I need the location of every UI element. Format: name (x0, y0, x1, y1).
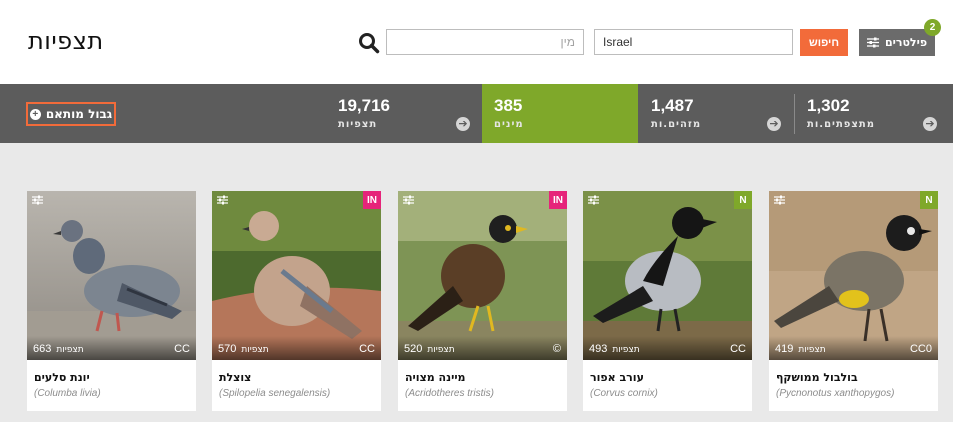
count-value: 493 (589, 343, 608, 355)
count-value: 520 (404, 343, 423, 355)
stats-bar: + גבול מותאם 19,716 תצפיות ➔ 385 מינים 1… (0, 84, 953, 143)
common-name[interactable]: צוצלת (219, 371, 251, 384)
scientific-name: (Spilopelia senegalensis) (219, 388, 331, 399)
common-name[interactable]: בולבול ממושקף (776, 371, 858, 384)
species-card[interactable]: 663 תצפיות CC יונת סלעים (Columba livia) (27, 191, 196, 411)
species-photo[interactable]: N 493 תצפיות CC (583, 191, 752, 360)
scientific-name: (Pycnonotus xanthopygos) (776, 388, 895, 399)
search-button[interactable]: חיפוש (800, 29, 848, 56)
page-title: תצפיות (28, 27, 104, 55)
sliders-icon[interactable] (403, 195, 414, 205)
count-value: 419 (775, 343, 794, 355)
stat-value: 1,487 (651, 96, 694, 115)
count-value: 570 (218, 343, 237, 355)
species-card[interactable]: IN 570 תצפיות CC צוצלת (Spilopelia senega… (212, 191, 381, 411)
license-label[interactable]: CC0 (910, 343, 932, 355)
stat-observations[interactable]: 19,716 תצפיות ➔ (325, 84, 480, 143)
species-photo[interactable]: IN 570 תצפיות CC (212, 191, 381, 360)
species-input[interactable] (386, 29, 584, 55)
species-card[interactable]: N 419 תצפיות CC0 בולבול ממושקף (Pycnonotu… (769, 191, 938, 411)
common-name[interactable]: מיינה מצויה (405, 371, 466, 384)
page-header: תצפיות חיפוש פילטרים 2 (0, 0, 953, 84)
count-label: תצפיות (56, 345, 84, 355)
sliders-icon[interactable] (588, 195, 599, 205)
common-name[interactable]: עורב אפור (590, 371, 644, 384)
stat-identifiers[interactable]: 1,487 מזהים.ות ➔ (638, 84, 794, 143)
stat-value: 19,716 (338, 96, 390, 115)
search-icon[interactable] (358, 32, 380, 54)
license-label[interactable]: CC (174, 343, 190, 355)
stat-label: מזהים.ות (651, 119, 702, 130)
plus-circle-icon: + (29, 108, 41, 120)
arrow-right-icon[interactable]: ➔ (923, 117, 937, 131)
place-input[interactable] (594, 29, 793, 55)
count-label: תצפיות (798, 345, 826, 355)
count-value: 663 (33, 343, 52, 355)
species-card[interactable]: IN 520 תצפיות © מיינה מצויה (Acridotheres… (398, 191, 567, 411)
filters-count-badge: 2 (924, 19, 941, 36)
count-label: תצפיות (427, 345, 455, 355)
status-badge: IN (549, 191, 567, 209)
custom-border-label: גבול מותאם (45, 107, 113, 121)
stat-label: תצפיות (338, 119, 378, 130)
species-card[interactable]: N 493 תצפיות CC עורב אפור (Corvus cornix) (583, 191, 752, 411)
scientific-name: (Columba livia) (34, 388, 101, 399)
stat-value: 1,302 (807, 96, 850, 115)
stat-value: 385 (494, 96, 523, 115)
count-label: תצפיות (612, 345, 640, 355)
species-photo[interactable]: 663 תצפיות CC (27, 191, 196, 360)
sliders-icon (866, 37, 879, 48)
stat-label: מינים (494, 119, 524, 130)
scientific-name: (Corvus cornix) (590, 388, 658, 399)
license-label[interactable]: © (553, 343, 561, 355)
arrow-right-icon[interactable]: ➔ (456, 117, 470, 131)
observation-count: 520 תצפיות (404, 343, 455, 355)
sliders-icon[interactable] (217, 195, 228, 205)
species-photo[interactable]: IN 520 תצפיות © (398, 191, 567, 360)
sliders-icon[interactable] (774, 195, 785, 205)
arrow-right-icon[interactable]: ➔ (767, 117, 781, 131)
observation-count: 663 תצפיות (33, 343, 84, 355)
observation-count: 493 תצפיות (589, 343, 640, 355)
status-badge: N (920, 191, 938, 209)
species-photo[interactable]: N 419 תצפיות CC0 (769, 191, 938, 360)
scientific-name: (Acridotheres tristis) (405, 388, 494, 399)
stat-label: מתצפתים.ות (807, 119, 875, 130)
observation-count: 570 תצפיות (218, 343, 269, 355)
observation-count: 419 תצפיות (775, 343, 826, 355)
license-label[interactable]: CC (359, 343, 375, 355)
custom-border-button[interactable]: + גבול מותאם (26, 102, 116, 126)
filters-button[interactable]: פילטרים (859, 29, 935, 56)
status-badge: IN (363, 191, 381, 209)
count-label: תצפיות (241, 345, 269, 355)
status-badge: N (734, 191, 752, 209)
stat-species[interactable]: 385 מינים (482, 84, 638, 143)
common-name[interactable]: יונת סלעים (34, 371, 90, 384)
filters-label: פילטרים (884, 36, 928, 49)
stat-observers[interactable]: 1,302 מתצפתים.ות ➔ (795, 84, 953, 143)
license-label[interactable]: CC (730, 343, 746, 355)
sliders-icon[interactable] (32, 195, 43, 205)
